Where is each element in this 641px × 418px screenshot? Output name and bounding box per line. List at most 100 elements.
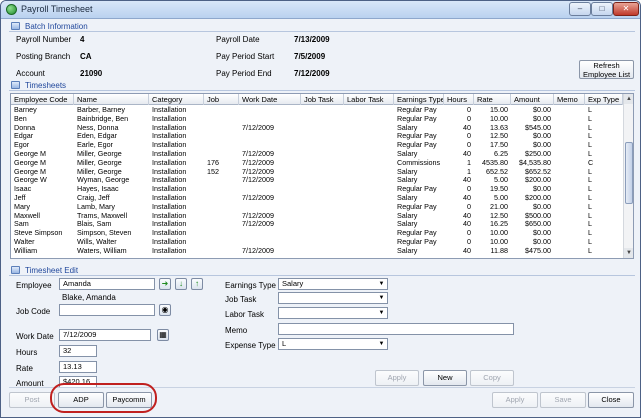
column-header[interactable]: Labor Task	[344, 94, 394, 105]
timesheets-grid[interactable]: Employee Code Name Category Job Work Date Job…	[10, 93, 634, 259]
table-cell: 12.50	[490, 211, 508, 220]
expense-type-select[interactable]: L ▼	[278, 338, 388, 350]
column-header[interactable]: Earnings Type	[394, 94, 444, 105]
column-header[interactable]: Job	[204, 94, 239, 105]
table-cell: Walter	[14, 238, 35, 246]
calendar-icon[interactable]: ▦	[157, 329, 169, 341]
column-header[interactable]: Hours	[444, 94, 474, 105]
table-row[interactable]: William Waters, William Installation 7/12/2…	[11, 247, 623, 256]
table-row[interactable]: Donna Ness, Donna Installation 7/12/2009 Sal…	[11, 124, 623, 133]
table-row[interactable]: Edgar Eden, Edgar Installation Regular Pay 0…	[11, 132, 623, 141]
table-cell: L	[588, 176, 592, 185]
table-cell: Regular Pay	[397, 238, 437, 246]
table-cell: 10.00	[490, 238, 508, 246]
table-row[interactable]: George M Miller, George Installation 152 7/1…	[11, 168, 623, 177]
table-cell: Earle, Egor	[77, 141, 113, 150]
column-header[interactable]: Job Task	[301, 94, 344, 105]
post-button[interactable]: Post	[9, 392, 55, 408]
table-row[interactable]: Ben Bainbridge, Ben Installation Regular Pa…	[11, 115, 623, 124]
table-row[interactable]: Mary Lamb, Mary Installation Regular Pay 0 21…	[11, 203, 623, 212]
column-header[interactable]: Rate	[474, 94, 511, 105]
earnings-type-select[interactable]: Salary ▼	[278, 278, 388, 290]
maximize-button[interactable]: □	[591, 2, 613, 16]
table-cell: $0.00	[533, 141, 551, 150]
table-cell: Regular Pay	[397, 185, 437, 194]
scroll-down-icon[interactable]: ▼	[624, 248, 633, 258]
arrow-right-icon[interactable]: ➜	[159, 278, 171, 290]
table-cell	[344, 132, 394, 141]
column-header[interactable]: Amount	[511, 94, 554, 105]
column-header[interactable]: Category	[149, 94, 204, 105]
rate-input[interactable]: 13.13	[59, 361, 97, 373]
table-cell: Jeff	[14, 194, 26, 202]
table-cell	[301, 238, 344, 247]
window-close-button[interactable]: ✕	[613, 2, 639, 16]
scroll-up-icon[interactable]: ▲	[624, 94, 633, 104]
arrow-down-icon[interactable]: ↓	[175, 278, 187, 290]
binoculars-icon[interactable]: ◉	[159, 304, 171, 316]
table-cell: 0	[467, 114, 471, 123]
scrollbar-thumb[interactable]	[625, 142, 633, 204]
table-cell: 16.25	[490, 220, 508, 229]
column-header[interactable]: Name	[74, 94, 149, 105]
work-date-input[interactable]: 7/12/2009	[59, 329, 151, 341]
table-row[interactable]: Steve Simpson Simpson, Steven Installation…	[11, 229, 623, 238]
minimize-button[interactable]: ‒	[569, 2, 591, 16]
vertical-scrollbar[interactable]: ▲ ▼	[623, 94, 633, 258]
table-cell	[554, 238, 585, 247]
earnings-type-value: Salary	[282, 279, 304, 288]
apply-edit-button[interactable]: Apply	[375, 370, 419, 386]
table-cell: Installation	[152, 229, 187, 238]
table-cell	[344, 106, 394, 115]
table-row[interactable]: Maxwell Trams, Maxwell Installation 7/12/20…	[11, 212, 623, 221]
column-header[interactable]: Memo	[554, 94, 585, 105]
table-row[interactable]: Walter Wills, Walter Installation Regular P…	[11, 238, 623, 247]
column-header[interactable]: Exp Type	[585, 94, 623, 105]
new-button[interactable]: New	[423, 370, 467, 386]
payroll-number-value: 4	[80, 35, 85, 44]
close-button[interactable]: Close	[588, 392, 634, 408]
table-cell	[554, 185, 585, 194]
table-row[interactable]: Egor Earle, Egor Installation Regular Pay 0 1…	[11, 141, 623, 150]
employee-input[interactable]: Amanda	[59, 278, 155, 290]
table-cell: Wills, Walter	[77, 238, 117, 246]
table-cell	[344, 247, 394, 256]
labor-task-select[interactable]: ▼	[278, 307, 388, 319]
column-header[interactable]: Work Date	[239, 94, 301, 105]
memo-input[interactable]	[278, 323, 514, 335]
arrow-up-icon[interactable]: ↑	[191, 278, 203, 290]
table-cell	[554, 247, 585, 256]
table-cell	[344, 185, 394, 194]
refresh-employee-list-button[interactable]: Refresh Employee List	[579, 60, 634, 79]
chevron-down-icon: ▼	[378, 281, 385, 287]
table-cell	[204, 220, 239, 229]
table-cell	[344, 203, 394, 212]
table-row[interactable]: George M Miller, George Installation 176 7/1…	[11, 159, 623, 168]
apply-button[interactable]: Apply	[492, 392, 538, 408]
table-cell: 15.00	[490, 106, 508, 114]
copy-button[interactable]: Copy	[470, 370, 514, 386]
table-cell: George M	[14, 150, 46, 158]
table-row[interactable]: Jeff Craig, Jeff Installation 7/12/2009 Sala…	[11, 194, 623, 203]
table-row[interactable]: George M Miller, George Installation 7/12/2…	[11, 150, 623, 159]
save-button[interactable]: Save	[540, 392, 586, 408]
table-cell	[204, 194, 239, 203]
table-cell	[554, 124, 585, 133]
table-cell: Steve Simpson	[14, 229, 63, 238]
job-task-select[interactable]: ▼	[278, 292, 388, 304]
payroll-date-label: Payroll Date	[216, 35, 260, 44]
table-row[interactable]: Isaac Hayes, Isaac Installation Regular Pay…	[11, 185, 623, 194]
table-cell: 40	[463, 211, 471, 220]
table-row[interactable]: Sam Blais, Sam Installation 7/12/2009 Salary…	[11, 220, 623, 229]
table-cell: Trams, Maxwell	[77, 211, 128, 220]
table-row[interactable]: Barney Barber, Barney Installation Regular …	[11, 106, 623, 115]
job-code-input[interactable]	[59, 304, 155, 316]
table-cell: Regular Pay	[397, 141, 437, 150]
table-cell: L	[588, 185, 592, 194]
account-label: Account	[16, 69, 45, 78]
column-header[interactable]: Employee Code	[11, 94, 74, 105]
table-row[interactable]: George W Wyman, George Installation 7/12/20…	[11, 176, 623, 185]
table-cell: Commissions	[397, 158, 441, 167]
table-cell: Blais, Sam	[77, 220, 112, 229]
hours-input[interactable]: 32	[59, 345, 97, 357]
